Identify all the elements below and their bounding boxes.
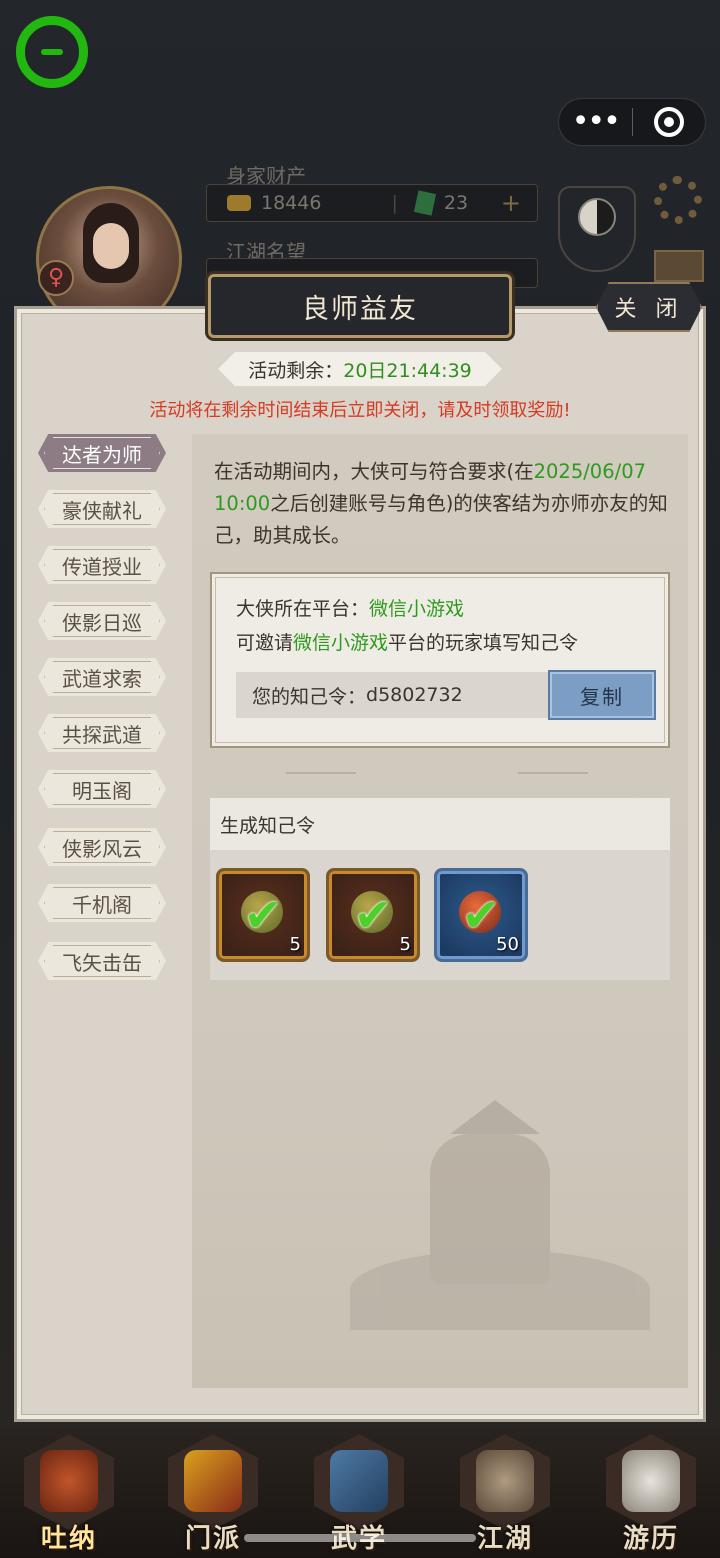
taiji-badge[interactable] bbox=[558, 186, 636, 272]
tab-haoxia-xianli[interactable]: 豪侠献礼 bbox=[38, 490, 166, 528]
target-icon bbox=[653, 107, 684, 137]
tab-label: 千机阁 bbox=[72, 892, 132, 917]
tab-label: 共探武道 bbox=[62, 722, 142, 747]
platform-name: 微信小游戏 bbox=[369, 598, 465, 620]
more-options-button[interactable]: ••• bbox=[559, 107, 632, 137]
resource-separator: | bbox=[391, 192, 398, 214]
roast-chicken-icon bbox=[40, 1450, 98, 1512]
tab-label: 明玉阁 bbox=[72, 778, 132, 803]
wechat-logo-icon[interactable] bbox=[16, 16, 88, 88]
miniprogram-capsule: ••• bbox=[558, 98, 706, 146]
invite-prefix: 可邀请 bbox=[236, 632, 294, 654]
bamboo-hat-icon bbox=[476, 1450, 534, 1512]
martial-scroll-icon bbox=[330, 1450, 388, 1512]
invite-code-box: 大侠所在平台：微信小游戏 可邀请微信小游戏平台的玩家填写知己令 您的知己令： d5… bbox=[210, 572, 670, 748]
code-label: 您的知己令： bbox=[252, 685, 367, 708]
claimed-check-icon: ✔ bbox=[461, 888, 501, 942]
ornament-divider-left bbox=[286, 772, 356, 774]
tab-daizhe-weishi[interactable]: 达者为师 bbox=[38, 434, 166, 472]
reward-item[interactable]: ✔ 5 bbox=[326, 868, 420, 962]
item-quantity: 5 bbox=[289, 934, 301, 955]
gold-ingot-icon bbox=[227, 195, 251, 211]
reward-item[interactable]: ✔ 50 bbox=[434, 868, 528, 962]
tab-xiaying-fengyun[interactable]: 侠影风云 bbox=[38, 828, 166, 866]
intro-text-2: 之后创建账号与角色)的侠客结为亦师亦友的知己，助其成长。 bbox=[214, 492, 668, 547]
reward-item[interactable]: ✔ 5 bbox=[216, 868, 310, 962]
copy-button[interactable]: 复制 bbox=[548, 670, 656, 720]
tab-label: 豪侠献礼 bbox=[62, 498, 142, 523]
reward-section: 生成知己令 ✔ 5 ✔ 5 ✔ 50 bbox=[210, 798, 670, 980]
invite-suffix: 平台的玩家填写知己令 bbox=[388, 632, 579, 654]
invite-platform: 微信小游戏 bbox=[293, 632, 389, 654]
add-currency-button[interactable]: + bbox=[501, 189, 521, 217]
female-gender-icon: ♀ bbox=[38, 260, 74, 296]
timer-value: 20日21:44:39 bbox=[343, 359, 472, 382]
tab-label: 武道求索 bbox=[62, 666, 142, 691]
tab-label: 达者为师 bbox=[62, 442, 142, 467]
reward-section-title: 生成知己令 bbox=[210, 798, 670, 850]
code-value: d5802732 bbox=[366, 684, 463, 706]
tab-xiaying-rixun[interactable]: 侠影日巡 bbox=[38, 602, 166, 640]
intro-text-1: 在活动期间内，大侠可与符合要求(在 bbox=[214, 460, 534, 483]
timer-label: 活动剩余： bbox=[248, 359, 344, 382]
claimed-check-icon: ✔ bbox=[243, 888, 283, 942]
closing-warning: 活动将在剩余时间结束后立即关闭，请及时领取奖励! bbox=[149, 400, 571, 421]
nav-youli[interactable]: 游历 bbox=[596, 1434, 706, 1554]
tab-label: 传道授业 bbox=[62, 554, 142, 579]
sect-banner-icon bbox=[184, 1450, 242, 1512]
tab-label: 侠影风云 bbox=[62, 836, 142, 861]
mail-icon[interactable] bbox=[654, 250, 704, 282]
tab-qianjige[interactable]: 千机阁 bbox=[38, 884, 166, 922]
activity-timer: 活动剩余： 20日21:44:39 bbox=[218, 352, 502, 386]
taiji-icon bbox=[578, 198, 616, 236]
close-button[interactable]: 关 闭 bbox=[596, 282, 702, 332]
activity-description: 在活动期间内，大侠可与符合要求(在2025/06/07 10:00之后创建账号与… bbox=[214, 456, 670, 552]
nav-label: 吐纳 bbox=[40, 1524, 97, 1554]
jade-amount: 23 bbox=[443, 192, 469, 214]
home-indicator[interactable] bbox=[244, 1534, 476, 1542]
ink-painting-swordsman bbox=[350, 1100, 650, 1330]
platform-line: 大侠所在平台：微信小游戏 bbox=[236, 594, 464, 621]
tab-gongtan-wudao[interactable]: 共探武道 bbox=[38, 714, 166, 752]
gold-amount: 18446 bbox=[261, 192, 322, 214]
jade-icon bbox=[413, 190, 436, 216]
tab-mingyuge[interactable]: 明玉阁 bbox=[38, 770, 166, 808]
panel-title: 良师益友 bbox=[302, 293, 418, 325]
platform-label: 大侠所在平台： bbox=[236, 598, 370, 620]
tab-chuandao-shouye[interactable]: 传道授业 bbox=[38, 546, 166, 584]
settings-gear-icon[interactable] bbox=[654, 176, 702, 224]
tab-feishi-jifou[interactable]: 飞矢击缶 bbox=[38, 942, 166, 980]
claimed-check-icon: ✔ bbox=[353, 888, 393, 942]
item-quantity: 5 bbox=[399, 934, 411, 955]
ornament-divider-right bbox=[518, 772, 588, 774]
invite-rule-line: 可邀请微信小游戏平台的玩家填写知己令 bbox=[236, 628, 578, 655]
tab-label: 侠影日巡 bbox=[62, 610, 142, 635]
invite-code-field: 您的知己令： d5802732 bbox=[236, 672, 548, 718]
white-horse-icon bbox=[622, 1450, 680, 1512]
tab-wudao-qiusuo[interactable]: 武道求索 bbox=[38, 658, 166, 696]
close-miniprogram-button[interactable] bbox=[633, 107, 706, 137]
panel-title-plate: 良师益友 bbox=[208, 274, 512, 338]
tab-label: 飞矢击缶 bbox=[62, 950, 142, 975]
nav-label: 游历 bbox=[622, 1524, 679, 1554]
nav-tuna[interactable]: 吐纳 bbox=[14, 1434, 124, 1554]
resource-bar: 18446 | 23 + bbox=[206, 184, 538, 222]
